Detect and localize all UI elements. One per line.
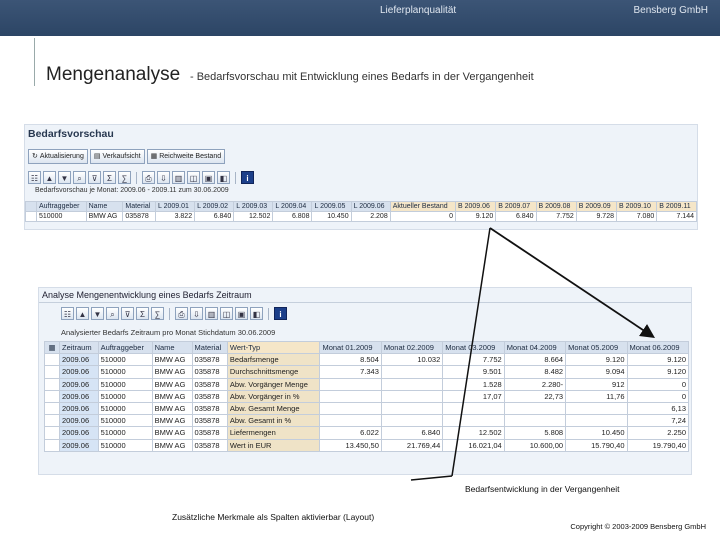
- copyright: Copyright © 2003-2009 Bensberg GmbH: [570, 522, 706, 531]
- layout-caption: Zusätzliche Merkmale als Spalten aktivie…: [172, 512, 375, 522]
- development-caption: Bedarfsentwicklung in der Vergangenheit: [465, 484, 620, 494]
- connector-arrow: [410, 227, 655, 481]
